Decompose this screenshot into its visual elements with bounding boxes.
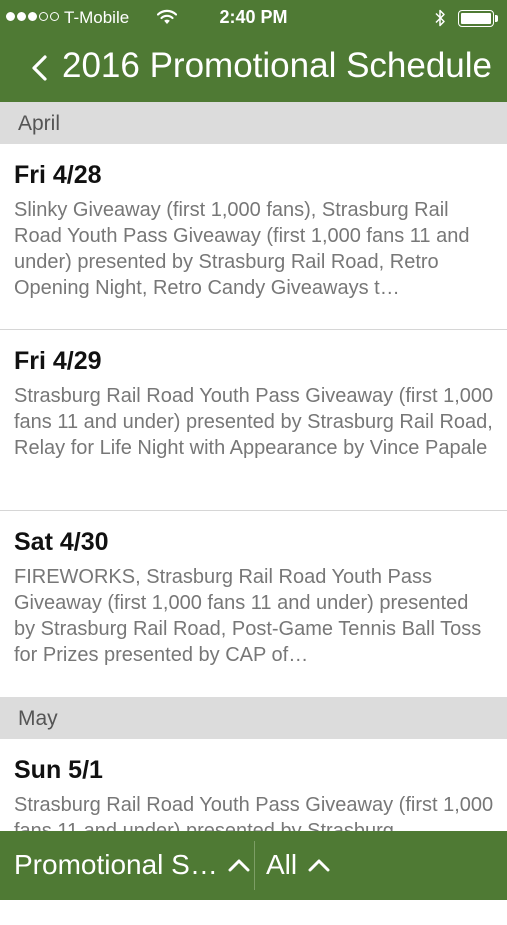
event-description: Slinky Giveaway (first 1,000 fans), Stra… — [14, 199, 470, 299]
chevron-up-icon — [228, 859, 250, 872]
category-filter-button[interactable]: Promotional S… — [0, 831, 254, 900]
section-header-may: May — [0, 697, 507, 739]
event-description: FIREWORKS, Strasburg Rail Road Youth Pas… — [14, 566, 482, 666]
month-filter-button[interactable]: All — [255, 831, 507, 900]
event-description: Strasburg Rail Road Youth Pass Giveaway … — [14, 385, 494, 459]
app-header: T-Mobile 2:40 PM 2016 Promotional Schedu… — [0, 0, 507, 102]
list-item[interactable]: Sat 4/30 FIREWORKS, Strasburg Rail Road … — [0, 511, 507, 697]
category-filter-label: Promotional S… — [14, 849, 218, 880]
page-title: 2016 Promotional Schedule — [62, 46, 493, 85]
battery-icon — [458, 10, 494, 27]
schedule-list[interactable]: April Fri 4/28 Slinky Giveaway (first 1,… — [0, 102, 507, 925]
status-bar: T-Mobile 2:40 PM — [0, 0, 507, 36]
battery-level — [461, 13, 491, 24]
bluetooth-icon — [435, 9, 445, 27]
filter-bar: Promotional S… All — [0, 831, 507, 900]
event-date: Sun 5/1 — [14, 756, 103, 784]
month-filter-label: All — [266, 849, 298, 880]
status-time: 2:40 PM — [219, 7, 288, 27]
event-date: Fri 4/29 — [14, 347, 102, 375]
list-item[interactable]: Fri 4/29 Strasburg Rail Road Youth Pass … — [0, 330, 507, 511]
battery-tip — [495, 15, 498, 22]
chevron-up-icon — [308, 859, 330, 872]
event-date: Fri 4/28 — [14, 161, 102, 189]
section-header-april: April — [0, 102, 507, 144]
section-title: April — [18, 112, 61, 135]
list-item[interactable]: Fri 4/28 Slinky Giveaway (first 1,000 fa… — [0, 144, 507, 330]
back-chevron-icon[interactable] — [28, 52, 52, 84]
section-title: May — [18, 707, 58, 730]
event-date: Sat 4/30 — [14, 528, 109, 556]
